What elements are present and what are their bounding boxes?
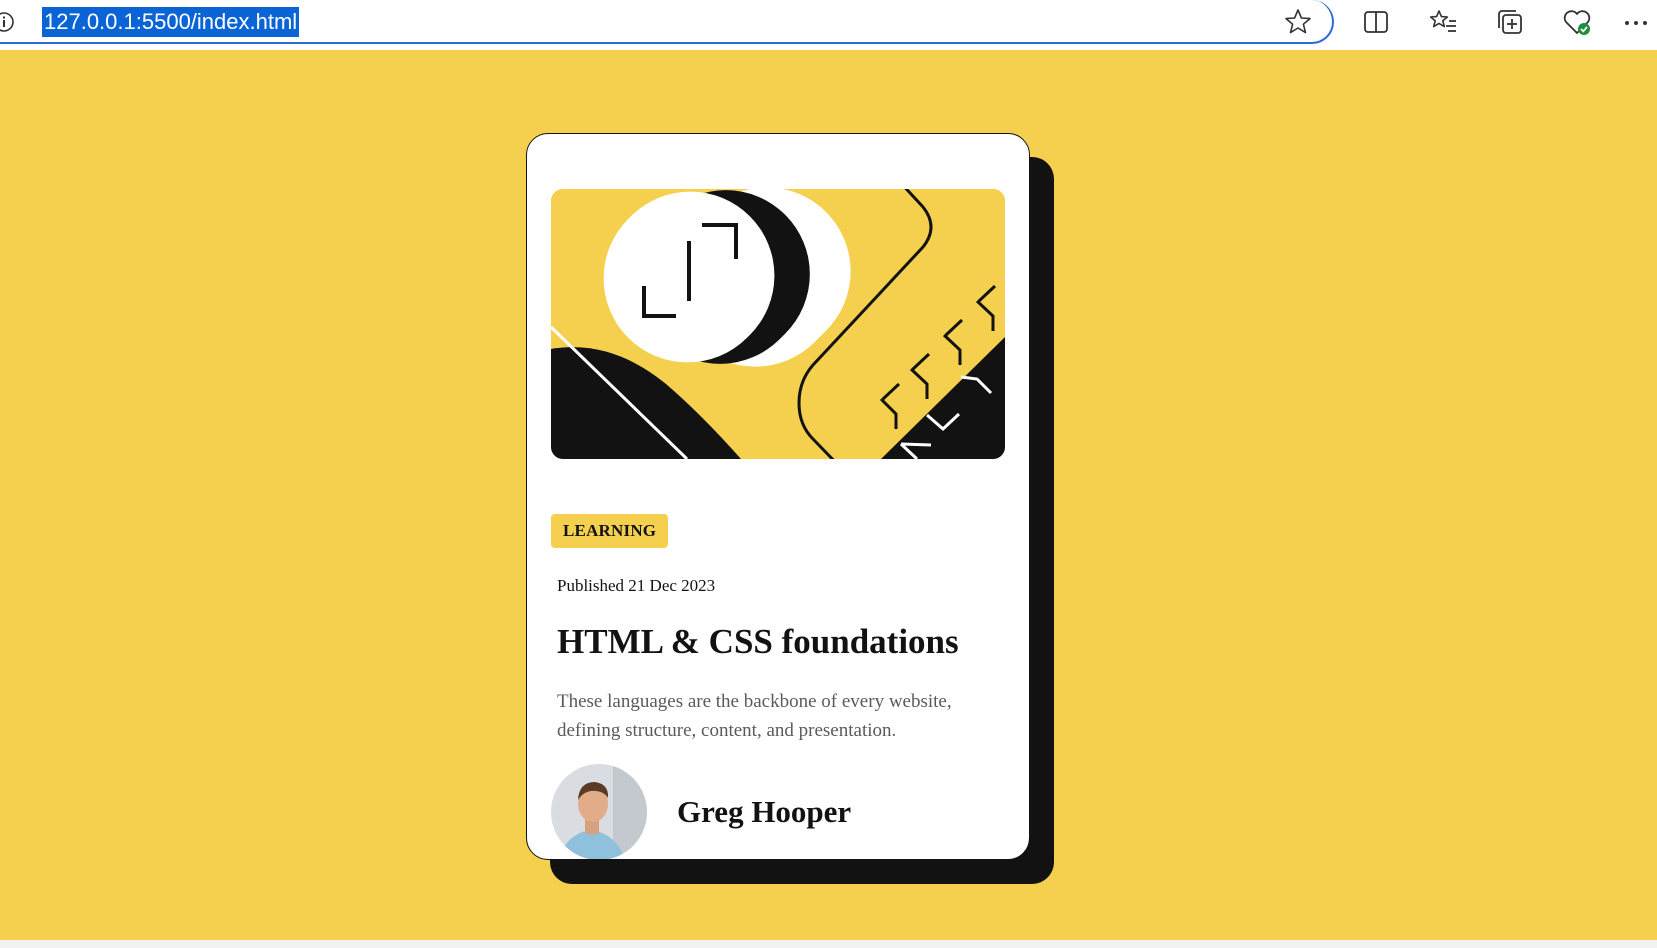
author: Greg Hooper: [551, 764, 1011, 859]
avatar: [551, 764, 647, 859]
more-options-icon[interactable]: [1620, 6, 1652, 38]
window-bottom-edge: [0, 940, 1657, 948]
card-title[interactable]: HTML & CSS foundations: [557, 622, 959, 662]
published-date: Published 21 Dec 2023: [557, 576, 716, 595]
avatar-image: [551, 764, 647, 859]
info-icon[interactable]: [0, 10, 16, 34]
author-name: Greg Hooper: [677, 794, 852, 829]
browser-toolbar: 127.0.0.1:5500/index.html: [0, 0, 1657, 50]
split-screen-icon[interactable]: [1360, 6, 1392, 38]
illustration-graphic: [551, 189, 1005, 459]
favorites-list-icon[interactable]: [1427, 6, 1459, 38]
url-text[interactable]: 127.0.0.1:5500/index.html: [42, 7, 300, 37]
card-illustration: [551, 189, 1005, 459]
favorite-star-icon[interactable]: [1282, 6, 1314, 38]
card-description: These languages are the backbone of ever…: [557, 691, 952, 741]
category-tag: LEARNING: [551, 514, 669, 548]
browser-essentials-icon[interactable]: [1561, 6, 1593, 38]
collections-icon[interactable]: [1494, 6, 1526, 38]
blog-preview-card: LEARNING Published 21 Dec 2023 HTML & CS…: [526, 133, 1030, 860]
